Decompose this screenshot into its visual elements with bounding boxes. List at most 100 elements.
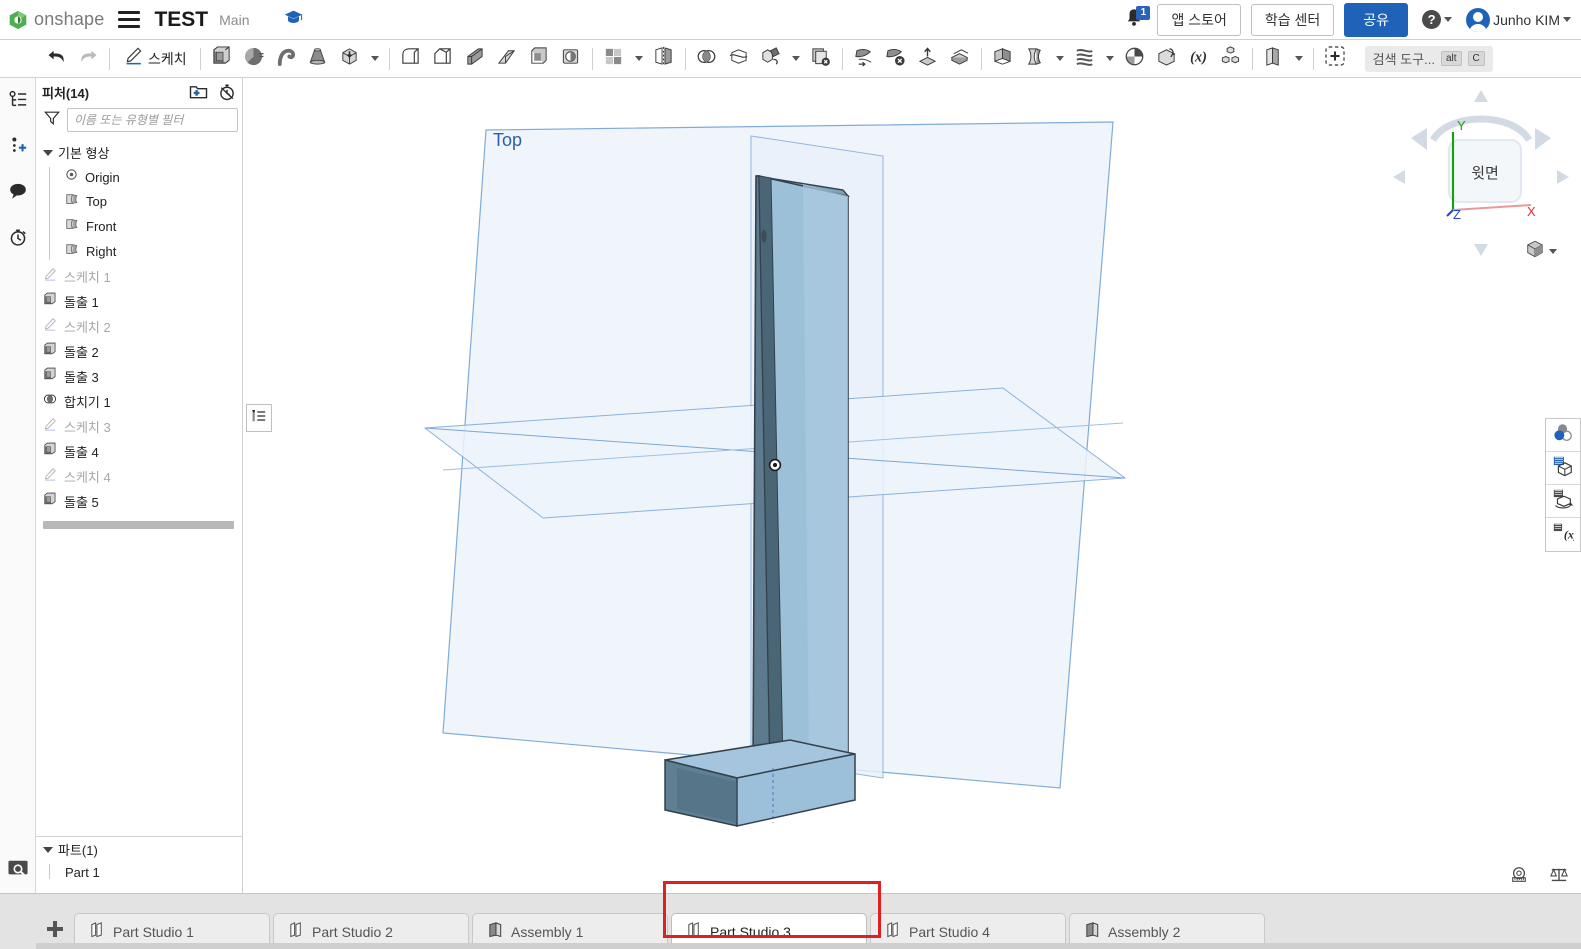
tree-item-top-plane[interactable]: Top xyxy=(49,189,242,214)
sheet-metal-button[interactable] xyxy=(987,44,1019,74)
hole-button[interactable] xyxy=(555,44,587,74)
hamburger-menu-icon[interactable] xyxy=(118,11,141,28)
enclose-button[interactable] xyxy=(944,44,976,74)
measure-tape-icon[interactable] xyxy=(1509,866,1529,889)
shell-button[interactable] xyxy=(523,44,555,74)
workspace-name[interactable]: Main xyxy=(219,12,249,28)
import-button[interactable] xyxy=(1151,44,1183,74)
loft-button[interactable] xyxy=(302,44,334,74)
curve-button[interactable] xyxy=(1069,44,1101,74)
search-tools-button[interactable]: 검색 도구... alt C xyxy=(1364,45,1493,72)
offset-surface-button[interactable] xyxy=(912,44,944,74)
tree-row-sketch-2[interactable]: 스케치 2 xyxy=(36,314,242,339)
fillet-button[interactable] xyxy=(395,44,427,74)
appearance-button[interactable] xyxy=(1546,419,1580,452)
undo-button[interactable] xyxy=(40,44,72,74)
notification-bell-button[interactable]: 1 xyxy=(1121,5,1151,33)
user-menu-button[interactable]: Junho KIM xyxy=(1466,7,1571,32)
filter-funnel-icon[interactable] xyxy=(44,110,60,131)
document-title[interactable]: TEST xyxy=(154,8,208,32)
thicken-dropdown[interactable] xyxy=(366,44,384,74)
composite-part-icon xyxy=(1124,46,1145,72)
move-face-button[interactable] xyxy=(848,44,880,74)
view-mode-dropdown[interactable] xyxy=(1525,239,1557,264)
transform-button[interactable] xyxy=(755,44,787,74)
sweep-icon xyxy=(275,46,296,72)
rollback-timer-icon[interactable] xyxy=(218,83,236,101)
mass-properties-icon[interactable] xyxy=(1549,866,1569,889)
curve-dropdown[interactable] xyxy=(1101,44,1119,74)
notification-count-badge: 1 xyxy=(1136,5,1151,20)
transform-icon xyxy=(760,46,781,72)
tree-row-extrude-2[interactable]: 돌출 2 xyxy=(36,339,242,364)
help-menu-button[interactable]: ? xyxy=(1422,10,1453,29)
section-view-button[interactable] xyxy=(1546,452,1580,485)
transform-dropdown[interactable] xyxy=(787,44,805,74)
tree-row-sketch-4[interactable]: 스케치 4 xyxy=(36,464,242,489)
tree-item-right-plane[interactable]: Right xyxy=(49,239,242,264)
thicken-button[interactable] xyxy=(334,44,366,74)
feature-list-small-button[interactable] xyxy=(246,404,272,432)
tree-item-origin[interactable]: Origin xyxy=(49,165,242,189)
view-cube[interactable]: 윗면 Y X Z xyxy=(1391,88,1571,258)
rib-button[interactable] xyxy=(459,44,491,74)
chamfer-button[interactable] xyxy=(427,44,459,74)
composite-part-button[interactable] xyxy=(1119,44,1151,74)
new-folder-icon[interactable] xyxy=(189,84,208,100)
rollback-bar[interactable] xyxy=(43,521,234,529)
tree-row-sketch-3[interactable]: 스케치 3 xyxy=(36,414,242,439)
feature-filter-input[interactable] xyxy=(67,108,238,132)
sweep-button[interactable] xyxy=(270,44,302,74)
section-view-icon xyxy=(1552,455,1574,482)
learning-center-button[interactable]: 학습 센터 xyxy=(1250,3,1335,36)
custom-feature-button[interactable] xyxy=(1258,44,1290,74)
custom-feature-dropdown[interactable] xyxy=(1290,44,1308,74)
plane-dropdown[interactable] xyxy=(1051,44,1069,74)
extrude-button[interactable] xyxy=(206,44,238,74)
rail-zoom-search-button[interactable] xyxy=(0,847,36,893)
variable-display-button[interactable]: (x) xyxy=(1546,518,1580,551)
tree-row-extrude-3[interactable]: 돌출 3 xyxy=(36,364,242,389)
tree-row-sketch-1[interactable]: 스케치 1 xyxy=(36,264,242,289)
tree-row-label: 돌출 1 xyxy=(64,295,99,310)
tree-group-parts[interactable]: 파트(1) xyxy=(36,837,242,862)
tree-row-boolean-1[interactable]: 합치기 1 xyxy=(36,389,242,414)
tab-bar-scrollbar[interactable] xyxy=(36,943,1581,949)
plane-button[interactable] xyxy=(1019,44,1051,74)
redo-button[interactable] xyxy=(72,44,104,74)
variable-button[interactable]: (x) xyxy=(1183,44,1215,74)
sketch-button[interactable]: 스케치 xyxy=(115,44,195,74)
onshape-logo[interactable]: onshape xyxy=(8,9,104,30)
learning-center-shortcut[interactable] xyxy=(279,6,307,33)
tree-row-extrude-4[interactable]: 돌출 4 xyxy=(36,439,242,464)
delete-face-button[interactable] xyxy=(880,44,912,74)
zoom-search-icon xyxy=(7,858,29,883)
assembly-insert-button[interactable] xyxy=(1215,44,1247,74)
rail-history-button[interactable] xyxy=(0,216,36,262)
revolve-button[interactable] xyxy=(238,44,270,74)
app-store-button[interactable]: 앱 스토어 xyxy=(1157,3,1241,36)
mirror-button[interactable] xyxy=(648,44,680,74)
rotate-section-button[interactable] xyxy=(1546,485,1580,518)
boolean-button[interactable] xyxy=(691,44,723,74)
draft-button[interactable] xyxy=(491,44,523,74)
pattern-button[interactable] xyxy=(598,44,630,74)
tree-item-front-plane[interactable]: Front xyxy=(49,214,242,239)
tree-group-default-geometry[interactable]: 기본 형상 xyxy=(36,140,242,165)
graphics-viewport[interactable]: Top 윗면 Y X Z (x xyxy=(243,78,1581,893)
rotate-section-icon xyxy=(1552,488,1574,515)
share-button[interactable]: 공유 xyxy=(1344,2,1409,37)
tree-row-extrude-5[interactable]: 돌출 5 xyxy=(36,489,242,514)
rail-comments-button[interactable] xyxy=(0,170,36,216)
delete-part-button[interactable] xyxy=(805,44,837,74)
toolbar-separator xyxy=(841,47,843,70)
rail-feature-list-button[interactable] xyxy=(0,78,36,124)
split-button[interactable] xyxy=(723,44,755,74)
tree-row-label: 돌출 3 xyxy=(64,370,99,385)
add-feature-button[interactable] xyxy=(1319,44,1351,74)
tree-item-part-1[interactable]: Part 1 xyxy=(49,862,242,883)
user-name-label: Junho KIM xyxy=(1493,11,1560,28)
rail-add-variable-button[interactable] xyxy=(0,124,36,170)
pattern-dropdown[interactable] xyxy=(630,44,648,74)
tree-row-extrude-1[interactable]: 돌출 1 xyxy=(36,289,242,314)
